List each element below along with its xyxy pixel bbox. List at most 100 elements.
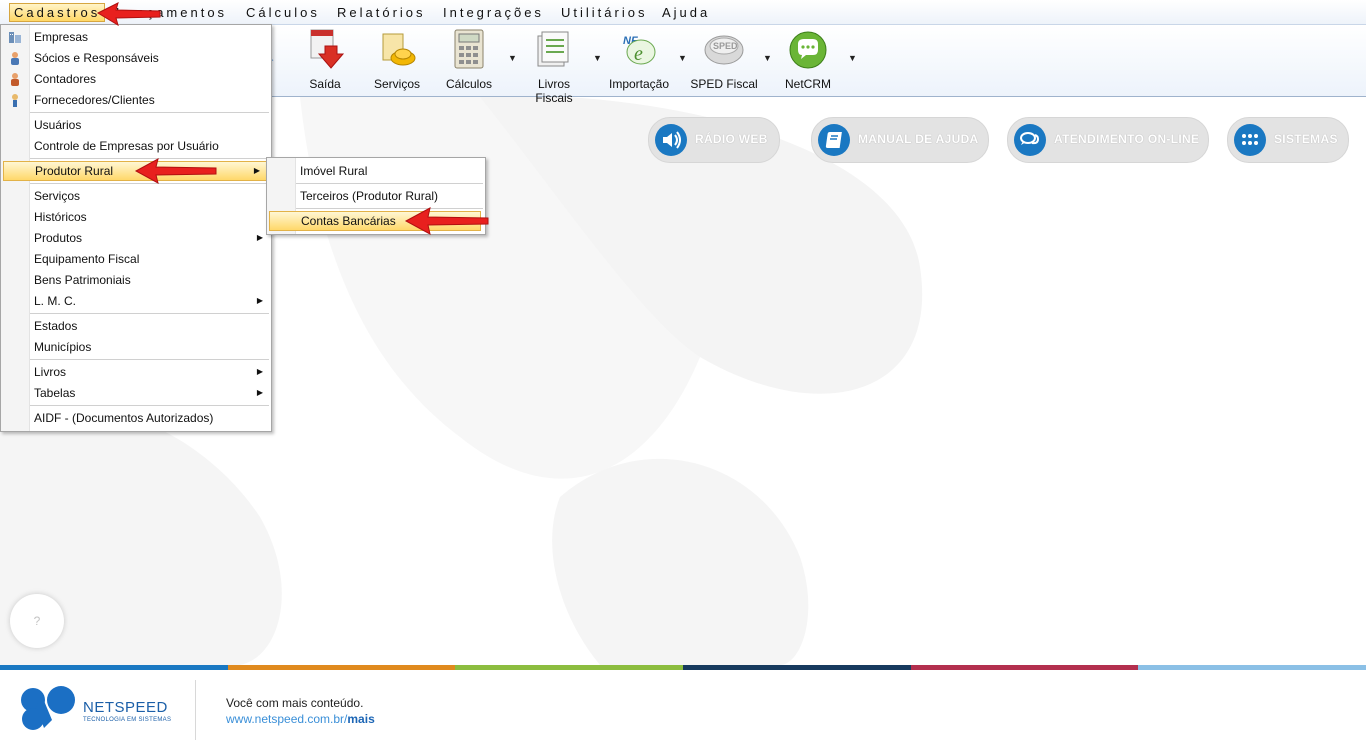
menu-item-label: AIDF - (Documentos Autorizados) (34, 411, 214, 425)
menu-utilitarios[interactable]: Utilitários (557, 4, 651, 21)
help-button[interactable]: ? (10, 594, 64, 648)
menu-item-imovel-rural[interactable]: Imóvel Rural (269, 161, 483, 181)
toolbar-calculos-button[interactable]: Cálculos (434, 25, 504, 95)
menu-item-label: Tabelas (34, 386, 76, 400)
radio-web-button[interactable]: RÁDIO WEB (648, 117, 780, 163)
menu-item-label: Serviços (34, 189, 81, 203)
calculos-dropdown-icon[interactable]: ▼ (508, 53, 517, 63)
submenu-arrow-icon: ▶ (256, 296, 263, 305)
toolbar-saida-label: Saída (309, 77, 341, 91)
accountant-icon (11, 73, 19, 86)
building-icon (9, 32, 21, 43)
footer-divider (195, 680, 196, 740)
toolbar-sped-fiscal-label: SPED Fiscal (690, 77, 758, 91)
chat-icon (1014, 124, 1046, 156)
menu-item-usuarios[interactable]: Usuários (3, 115, 269, 135)
netcrm-dropdown-icon[interactable]: ▼ (848, 53, 857, 63)
livros-fiscais-dropdown-icon[interactable]: ▼ (593, 53, 602, 63)
brand-name: NETSPEED (83, 699, 168, 716)
menu-item-produtos[interactable]: Produtos ▶ (3, 228, 269, 248)
menu-item-label: Contas Bancárias (301, 214, 396, 228)
menu-separator (30, 359, 269, 360)
sped-disc-icon: SPED (704, 35, 744, 65)
sped-fiscal-dropdown-icon[interactable]: ▼ (763, 53, 772, 63)
footer-link-prefix: www.netspeed.com.br/ (226, 712, 348, 726)
menu-item-livros[interactable]: Livros ▶ (3, 362, 269, 382)
menu-item-label: Usuários (34, 118, 82, 132)
sistemas-label: SISTEMAS (1274, 132, 1338, 146)
help-label: ? (33, 614, 41, 628)
menu-item-controle-empresas-usuario[interactable]: Controle de Empresas por Usuário (3, 136, 269, 156)
sistemas-button[interactable]: SISTEMAS (1227, 117, 1349, 163)
menu-item-label: Estados (34, 319, 78, 333)
menu-bar: Cadastros Lançamentos Cálculos Relatório… (0, 0, 1366, 25)
submenu-arrow-icon: ▶ (253, 166, 260, 175)
menu-separator (296, 183, 483, 184)
toolbar-sped-fiscal-button[interactable]: SPED SPED Fiscal (689, 25, 759, 95)
fiscal-books-icon (537, 31, 569, 67)
atendimento-on-line-button[interactable]: ATENDIMENTO ON-LINE (1007, 117, 1209, 163)
menu-item-label: Produtos (34, 231, 83, 245)
cadastros-dropdown-menu: Empresas Sócios e Responsáveis Contadore… (0, 24, 272, 432)
toolbar-netcrm-label: NetCRM (784, 77, 831, 91)
menu-item-label: Históricos (34, 210, 87, 224)
menu-separator (30, 112, 269, 113)
toolbar-livros-fiscais-button[interactable]: Livros Fiscais (519, 25, 589, 105)
services-icon (382, 33, 416, 66)
menu-item-label: L. M. C. (34, 294, 77, 308)
submenu-arrow-icon: ▶ (256, 367, 263, 376)
menu-integracoes[interactable]: Integrações (439, 4, 548, 21)
menu-ajuda[interactable]: Ajuda (658, 4, 714, 21)
grid-dots-icon (1234, 124, 1266, 156)
footer: NETSPEED TECNOLOGIA EM SISTEMAS Você com… (0, 670, 1366, 747)
menu-item-equipamento-fiscal[interactable]: Equipamento Fiscal (3, 249, 269, 269)
menu-relatorios[interactable]: Relatórios (333, 4, 430, 21)
toolbar-servicos-button[interactable]: Serviços (362, 25, 432, 95)
nfe-import-icon: NF e (623, 35, 656, 65)
menu-item-bens-patrimoniais[interactable]: Bens Patrimoniais (3, 270, 269, 290)
menu-item-municipios[interactable]: Municípios (3, 337, 269, 357)
footer-slogan: Você com mais conteúdo. (226, 696, 364, 710)
submenu-arrow-icon: ▶ (256, 233, 263, 242)
menu-item-terceiros-produtor-rural[interactable]: Terceiros (Produtor Rural) (269, 186, 483, 206)
menu-item-estados[interactable]: Estados (3, 316, 269, 336)
pointer-arrow-icon (134, 158, 217, 184)
menu-item-label: Empresas (34, 30, 89, 44)
radio-web-label: RÁDIO WEB (695, 132, 768, 146)
menu-item-label: Bens Patrimoniais (34, 273, 131, 287)
submenu-arrow-icon: ▶ (256, 388, 263, 397)
brand-tagline: TECNOLOGIA EM SISTEMAS (83, 717, 172, 723)
menu-item-label: Municípios (34, 340, 92, 354)
menu-item-fornecedores-clientes[interactable]: Fornecedores/Clientes (3, 90, 269, 110)
menu-item-aidf[interactable]: AIDF - (Documentos Autorizados) (3, 408, 269, 428)
toolbar-calculos-label: Cálculos (445, 77, 493, 91)
toolbar-importacao-button[interactable]: NF e Importação (604, 25, 674, 95)
footer-link[interactable]: www.netspeed.com.br/mais (226, 712, 375, 726)
menu-item-lmc[interactable]: L. M. C. ▶ (3, 291, 269, 311)
menu-item-label: Livros (34, 365, 67, 379)
partners-icon (11, 52, 19, 65)
menu-item-servicos[interactable]: Serviços (3, 186, 269, 206)
speaker-icon (655, 124, 687, 156)
toolbar-netcrm-button[interactable]: NetCRM (773, 25, 843, 95)
calculator-icon (454, 29, 484, 69)
menu-item-label: Equipamento Fiscal (34, 252, 140, 266)
menu-separator (30, 313, 269, 314)
exit-document-icon (310, 29, 345, 69)
manual-de-ajuda-button[interactable]: MANUAL DE AJUDA (811, 117, 989, 163)
toolbar-importacao-label: Importação (608, 77, 670, 91)
toolbar-saida-button[interactable]: Saída (290, 25, 360, 95)
svg-text:e: e (634, 43, 643, 65)
menu-item-historicos[interactable]: Históricos (3, 207, 269, 227)
menu-calculos[interactable]: Cálculos (242, 4, 324, 21)
toolbar-servicos-label: Serviços (373, 77, 420, 91)
menu-item-empresas[interactable]: Empresas (3, 27, 269, 47)
menu-separator (30, 405, 269, 406)
footer-link-suffix: mais (347, 712, 375, 726)
chat-bubble-icon (789, 31, 827, 69)
menu-item-socios-responsaveis[interactable]: Sócios e Responsáveis (3, 48, 269, 68)
menu-item-contadores[interactable]: Contadores (3, 69, 269, 89)
menu-item-tabelas[interactable]: Tabelas ▶ (3, 383, 269, 403)
importacao-dropdown-icon[interactable]: ▼ (678, 53, 687, 63)
menu-cadastros[interactable]: Cadastros (9, 3, 106, 22)
